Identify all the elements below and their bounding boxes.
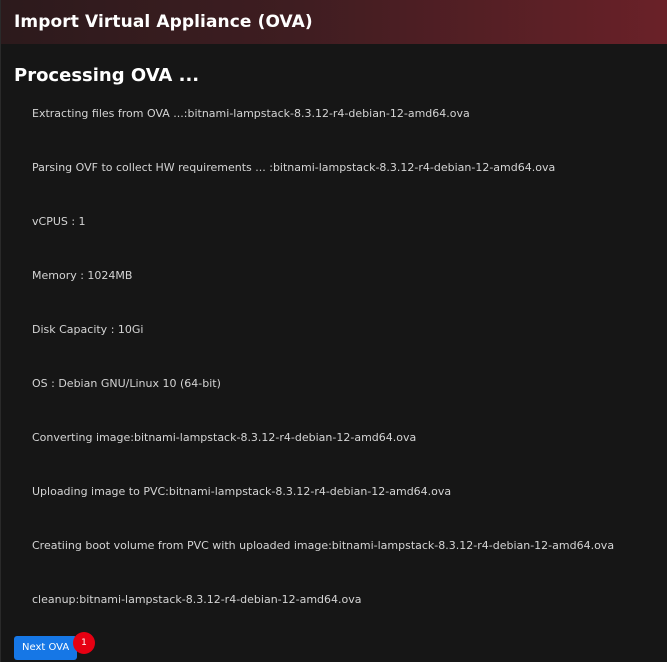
dialog-title-bar: Import Virtual Appliance (OVA)	[1, 0, 667, 44]
log-step-convert: Converting image:bitnami-lampstack-8.3.1…	[32, 431, 417, 444]
log-step-cleanup: cleanup:bitnami-lampstack-8.3.12-r4-debi…	[32, 593, 362, 606]
import-ova-dialog: Import Virtual Appliance (OVA) Processin…	[0, 0, 667, 662]
log-step-upload: Uploading image to PVC:bitnami-lampstack…	[32, 485, 452, 498]
log-step-parse-ovf: Parsing OVF to collect HW requirements .…	[32, 161, 556, 174]
processing-heading: Processing OVA ...	[14, 65, 200, 86]
log-step-vcpus: vCPUS : 1	[32, 215, 86, 228]
log-step-os: OS : Debian GNU/Linux 10 (64-bit)	[32, 377, 221, 390]
log-step-extract: Extracting files from OVA ...:bitnami-la…	[32, 107, 470, 120]
step-marker-badge: 1	[73, 632, 95, 654]
dialog-title: Import Virtual Appliance (OVA)	[14, 12, 313, 32]
log-step-disk-capacity: Disk Capacity : 10Gi	[32, 323, 144, 336]
log-step-memory: Memory : 1024MB	[32, 269, 133, 282]
next-ova-button[interactable]: Next OVA	[14, 636, 78, 660]
log-step-boot-volume: Creatiing boot volume from PVC with uplo…	[32, 539, 615, 552]
